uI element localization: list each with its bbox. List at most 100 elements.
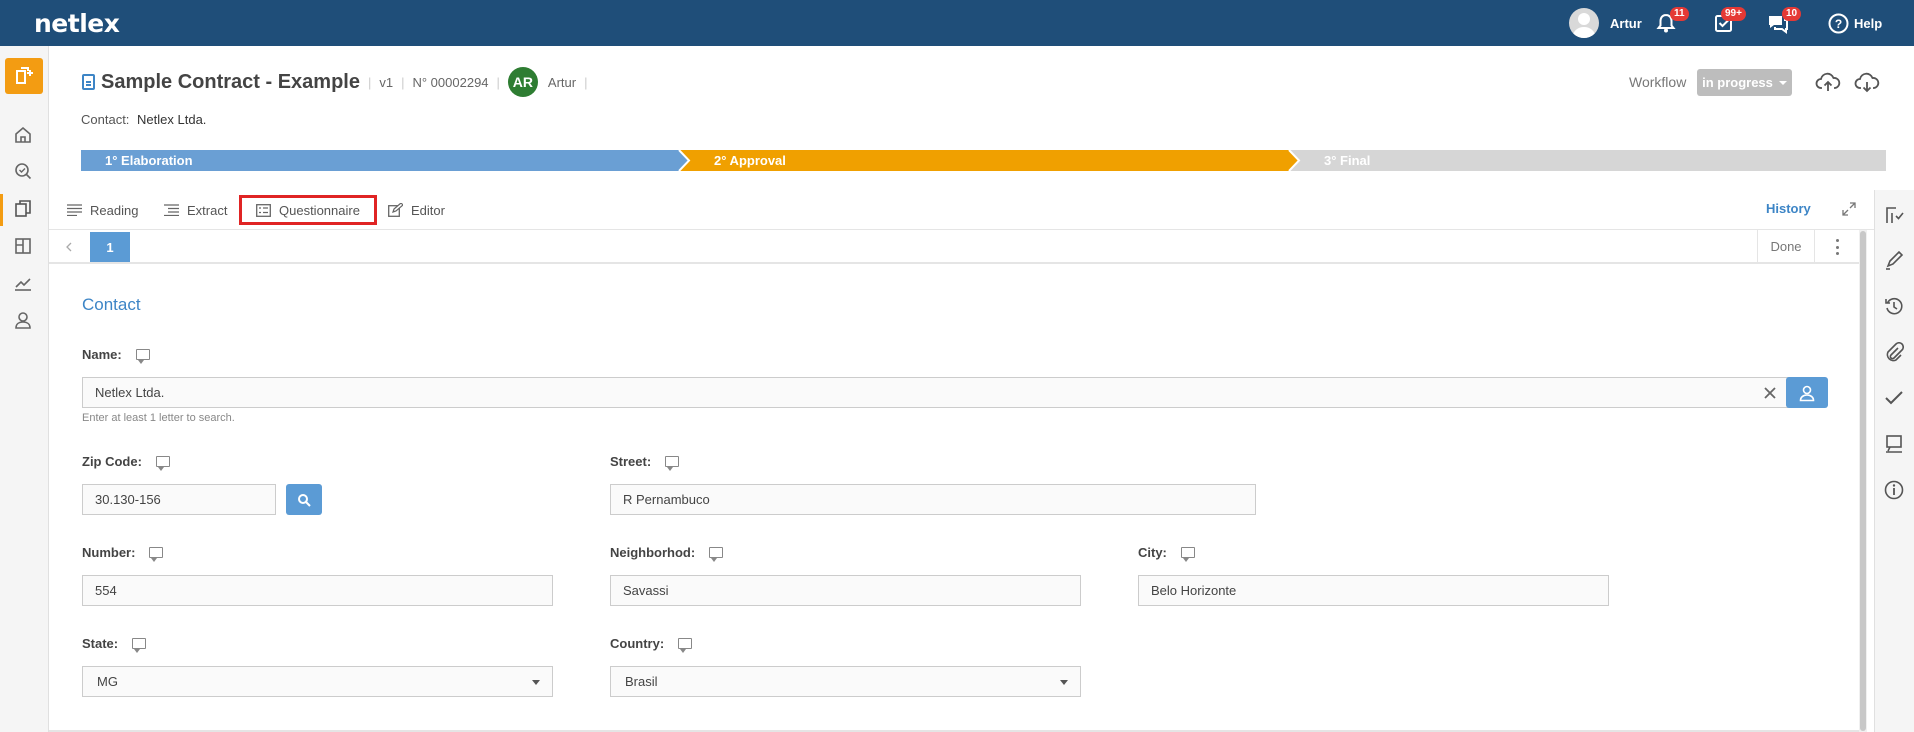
number-input[interactable]: 554 (82, 575, 553, 606)
comment-icon[interactable] (1180, 547, 1195, 562)
cloud-upload-icon[interactable] (1815, 70, 1841, 94)
new-document-button[interactable] (5, 58, 43, 94)
neighborhood-input[interactable]: Savassi (610, 575, 1081, 606)
document-number: N° 00002294 (412, 74, 489, 90)
state-select[interactable]: MG (82, 666, 553, 697)
info-button[interactable] (1883, 479, 1905, 501)
comment-icon[interactable] (709, 547, 724, 562)
expand-icon[interactable] (1842, 202, 1856, 216)
done-button[interactable]: Done (1757, 230, 1815, 262)
page-navigator: 1 Done (49, 230, 1859, 264)
zip-label: Zip Code: (82, 454, 142, 469)
help-button[interactable]: ? Help (1828, 0, 1882, 46)
tab-questionnaire-label: Questionnaire (279, 202, 360, 218)
workflow-label: Workflow (1629, 74, 1687, 90)
comment-icon[interactable] (665, 456, 680, 471)
home-button[interactable] (10, 122, 36, 148)
check-icon (1885, 391, 1903, 405)
tab-questionnaire[interactable]: Questionnaire (239, 195, 377, 225)
street-input[interactable]: R Pernambuco (610, 484, 1256, 515)
board-button[interactable] (10, 233, 36, 259)
document-version: v1 (379, 74, 394, 90)
clear-icon[interactable] (1764, 387, 1776, 399)
comment-icon[interactable] (149, 547, 164, 562)
tasks-badge: 99+ (1721, 7, 1746, 21)
number-label: Number: (82, 545, 136, 560)
country-label: Country: (610, 636, 665, 651)
versions-button[interactable] (1883, 295, 1905, 317)
separator: | (584, 74, 588, 90)
separator: | (367, 74, 372, 90)
tab-editor-label: Editor (411, 202, 445, 218)
contact-value[interactable]: Netlex Ltda. (137, 112, 206, 127)
state-value: MG (97, 674, 118, 689)
tab-reading-label: Reading (90, 202, 139, 218)
comment-icon[interactable] (135, 349, 150, 364)
chart-icon (15, 278, 31, 291)
users-button[interactable] (10, 307, 36, 333)
sign-button[interactable] (1883, 249, 1905, 271)
scrollbar-thumb[interactable] (1860, 231, 1866, 731)
steps-background (81, 150, 1886, 171)
approve-button[interactable] (1883, 387, 1905, 409)
extract-icon (164, 204, 179, 216)
city-value: Belo Horizonte (1151, 583, 1237, 598)
pen-icon (1886, 250, 1904, 270)
comment-icon[interactable] (155, 456, 170, 471)
name-input[interactable]: Netlex Ltda. (82, 377, 1795, 408)
new-document-icon (16, 67, 33, 84)
zip-search-button[interactable] (286, 484, 322, 515)
country-select[interactable]: Brasil (610, 666, 1081, 697)
notifications-badge: 11 (1670, 7, 1689, 21)
tab-reading[interactable]: Reading (67, 195, 138, 225)
more-options-icon[interactable] (1835, 239, 1839, 255)
owner-name: Artur (547, 74, 577, 90)
workflow-status-dropdown[interactable]: in progress (1697, 69, 1792, 96)
comment-icon[interactable] (678, 638, 693, 653)
messages-button[interactable]: 10 (1766, 0, 1802, 46)
country-value: Brasil (625, 674, 658, 689)
separator: | (401, 74, 405, 90)
view-tabs: Reading Extract Questionnaire Editor (49, 190, 1874, 230)
name-value: Netlex Ltda. (95, 385, 165, 400)
step-approval[interactable]: 2° Approval (714, 150, 786, 171)
comments-button[interactable] (1883, 433, 1905, 455)
search-documents-button[interactable] (10, 158, 36, 184)
comment-icon[interactable] (132, 638, 147, 653)
flow-button[interactable] (1883, 204, 1905, 226)
owner-avatar[interactable]: AR (507, 67, 538, 97)
board-icon (15, 238, 31, 254)
documents-button[interactable] (10, 196, 36, 222)
attachments-button[interactable] (1883, 341, 1905, 363)
tab-editor[interactable]: Editor (388, 195, 445, 225)
step-final[interactable]: 3° Final (1324, 150, 1370, 171)
street-label: Street: (610, 454, 652, 469)
user-icon (1799, 385, 1815, 401)
tab-extract[interactable]: Extract (164, 195, 227, 225)
tab-extract-label: Extract (187, 202, 228, 218)
user-menu[interactable]: Artur (1569, 0, 1642, 46)
contact-label: Contact: (81, 112, 130, 127)
zip-input[interactable]: 30.130-156 (82, 484, 276, 515)
documents-icon (15, 200, 31, 217)
neighborhood-label: Neighborhod: (610, 545, 696, 560)
user-avatar-icon (1569, 8, 1599, 38)
city-input[interactable]: Belo Horizonte (1138, 575, 1609, 606)
neighborhood-label-row: Neighborhod: (610, 545, 724, 562)
page-number-button[interactable]: 1 (90, 232, 130, 262)
messages-badge: 10 (1782, 7, 1802, 21)
cloud-download-icon[interactable] (1854, 70, 1880, 94)
history-link[interactable]: History (1766, 201, 1811, 216)
netlex-logo[interactable]: netlex (34, 9, 120, 38)
street-value: R Pernambuco (623, 492, 710, 507)
zip-label-row: Zip Code: (82, 454, 170, 471)
reports-button[interactable] (10, 270, 36, 296)
notifications-button[interactable]: 11 (1655, 0, 1689, 46)
tasks-button[interactable]: 99+ (1713, 0, 1746, 46)
name-label: Name: (82, 347, 122, 362)
info-icon (1884, 480, 1904, 500)
contact-lookup-button[interactable] (1786, 377, 1828, 408)
state-label-row: State: (82, 636, 147, 653)
chevron-left-icon[interactable] (65, 242, 73, 252)
step-elaboration[interactable]: 1° Elaboration (105, 150, 193, 171)
